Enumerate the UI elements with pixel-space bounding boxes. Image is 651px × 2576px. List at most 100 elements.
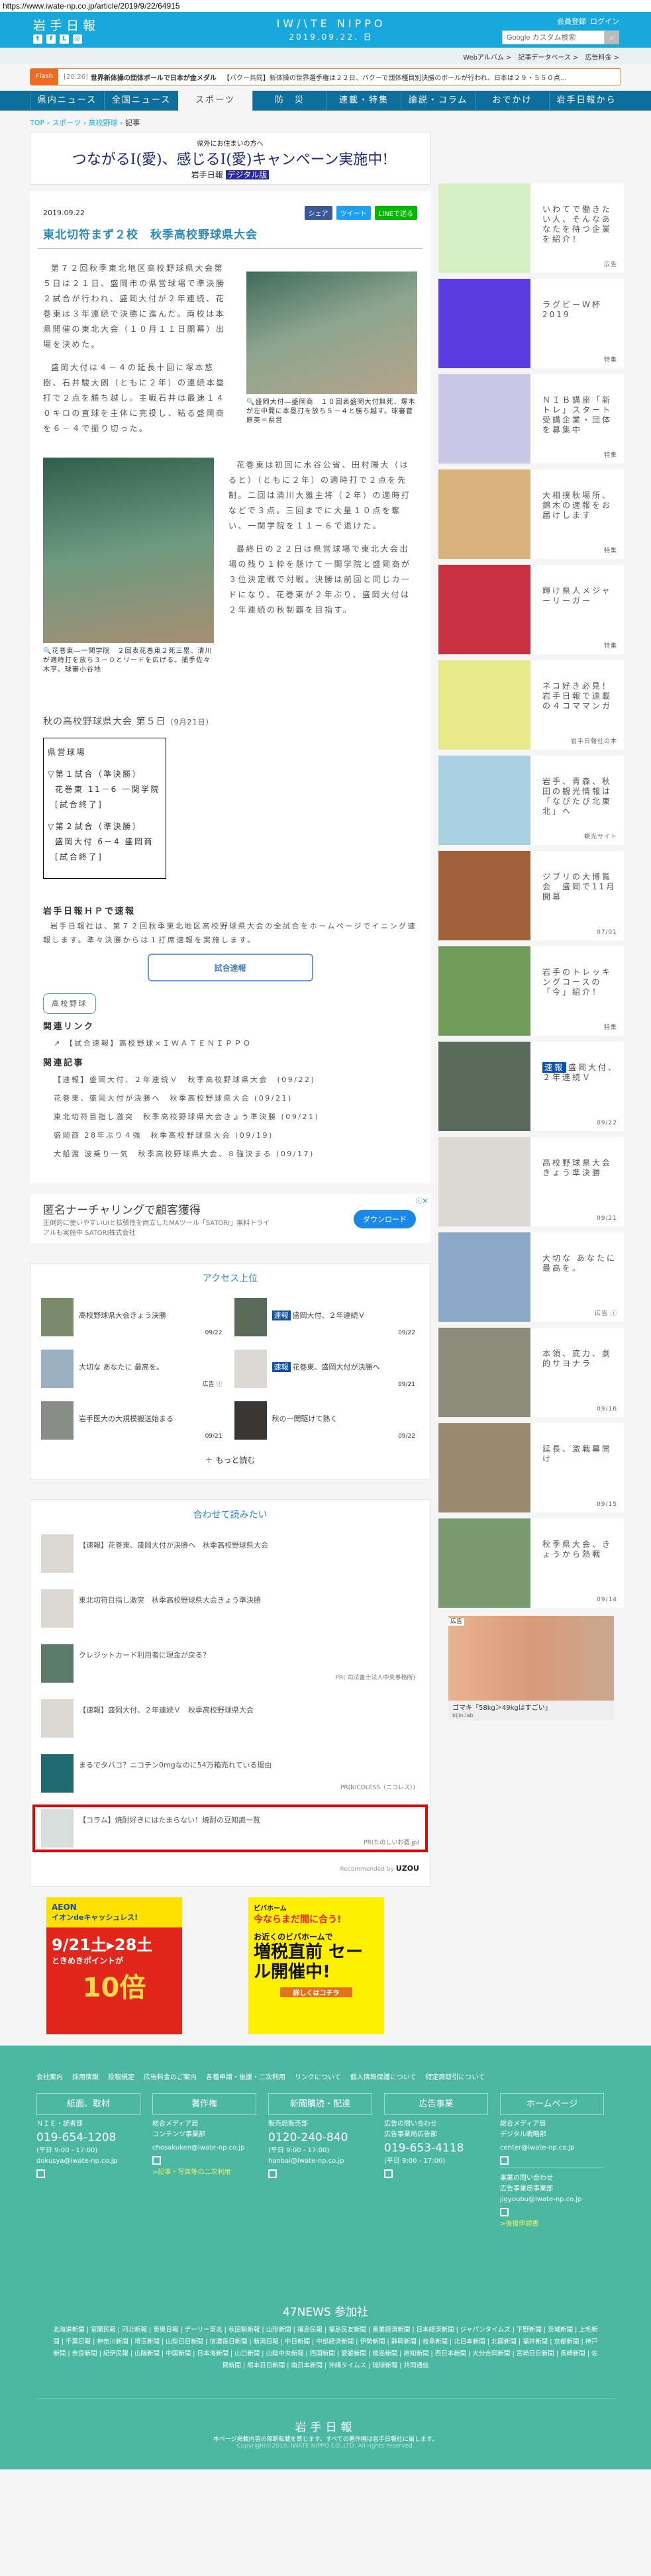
sidebar-item[interactable]: ジブリの大博覧会 盛岡で11月開幕 07/01	[438, 851, 624, 940]
line-icon[interactable]: L	[60, 34, 69, 44]
tweet-button[interactable]: ツイート	[336, 206, 371, 220]
line-share-button[interactable]: LINEで送る	[374, 206, 417, 220]
biz-email[interactable]: jigyoubu@iwate-np.co.jp	[500, 2195, 604, 2205]
facebook-share-button[interactable]: シェア	[304, 206, 332, 220]
column-heading[interactable]: 紙面、取材	[36, 2093, 140, 2115]
email[interactable]: chosakuken@iwate-np.co.jp	[152, 2143, 256, 2154]
ranking-item[interactable]: 速報 花巻東、盛岡大付が決勝へ 09/21	[234, 1350, 420, 1388]
column-link[interactable]: >記事・写真等の二次利用	[152, 2167, 256, 2178]
mail-icon[interactable]	[500, 2208, 509, 2216]
sidebar-item[interactable]: 大相撲秋場所、錦木の速報をお届けします 特集	[438, 470, 624, 559]
email[interactable]: dokusya@iwate-np.co.jp	[36, 2156, 140, 2167]
nav-tab[interactable]: スポーツ	[178, 91, 252, 111]
twitter-icon[interactable]: t	[33, 34, 42, 44]
crumb-top[interactable]: TOP	[30, 119, 44, 127]
site-logo[interactable]: 岩手日報	[33, 16, 99, 34]
footer-link[interactable]: リンクについて	[295, 2074, 341, 2081]
footer-link[interactable]: 各種申請・後援・二次利用	[206, 2074, 285, 2081]
web-album-link[interactable]: Webアルバム >	[463, 54, 511, 62]
sidebar-item[interactable]: 延長、激戦幕開け 09/15	[438, 1423, 624, 1512]
nav-tab[interactable]: 論説・コラム	[401, 91, 475, 111]
sidebar-ad[interactable]: 広告 ゴマキ「58kg＞49kgはすごい」 bijin.lab	[448, 1616, 614, 1720]
article-photo[interactable]	[43, 458, 214, 643]
column-heading[interactable]: ホームページ	[500, 2093, 604, 2115]
email[interactable]: hanbai@iwate-np.co.jp	[268, 2156, 372, 2167]
related-article[interactable]: 花巻東、盛岡大付が決勝へ 秋季高校野球県大会 (09/21)	[54, 1089, 417, 1108]
search-input[interactable]	[502, 30, 605, 44]
column-heading[interactable]: 広告事業	[384, 2093, 488, 2115]
nav-tab[interactable]: 県内ニュース	[30, 91, 104, 111]
address-bar[interactable]: https://www.iwate-np.co.jp/article/2019/…	[0, 0, 651, 12]
sidebar-item[interactable]: 岩手、青森、秋田の観光情報は「なびたび北東北」へ 観光サイト	[438, 756, 624, 845]
crumb-sports[interactable]: スポーツ	[52, 119, 81, 127]
recommend-item[interactable]: 【速報】花巻東、盛岡大付が決勝へ 秋季高校野球県大会	[41, 1534, 419, 1573]
sidebar-item[interactable]: 本領、底力、劇的サヨナラ 09/16	[438, 1328, 624, 1417]
nav-tab[interactable]: 防 災	[252, 91, 326, 111]
live-score-button[interactable]: 試合速報	[147, 954, 313, 981]
uzou-logo[interactable]: UZOU	[396, 1864, 419, 1873]
sidebar-item[interactable]: 大切な あなたに 最高を。 広告 ⓘ	[438, 1232, 624, 1322]
ranking-item[interactable]: 秋の一関駆けて熱く 09/22	[234, 1401, 420, 1440]
footer-link[interactable]: 会社案内	[36, 2074, 63, 2081]
nav-tab[interactable]: 全国ニュース	[104, 91, 178, 111]
footer-link[interactable]: 個人情報保護について	[350, 2074, 417, 2081]
related-article[interactable]: 東北切符目指し激突 秋季高校野球県大会きょう準決勝 (09/21)	[54, 1108, 417, 1126]
sponsor-link[interactable]: >後援申請書	[500, 2219, 604, 2230]
download-button[interactable]: ダウンロード	[354, 1210, 416, 1228]
instagram-icon[interactable]: ◎	[73, 34, 82, 44]
mail-icon[interactable]	[500, 2156, 509, 2165]
article-db-link[interactable]: 記事データベース >	[518, 54, 578, 62]
tag-baseball[interactable]: 高校野球	[43, 993, 96, 1014]
highlighted-recommend-item[interactable]: 【コラム】焼酎好きにはたまらない！焼酎の豆知識一覧 PR(たのしいお酒.jp)	[32, 1805, 428, 1852]
recommend-item[interactable]: まるでタバコ？ニコチン0mgなのに54万箱売れている理由 PR(NICOLESS（…	[41, 1754, 419, 1793]
nav-tab[interactable]: おでかけ	[475, 91, 549, 111]
read-more-button[interactable]: ＋ もっと読む	[41, 1454, 419, 1465]
mail-icon[interactable]	[36, 2169, 45, 2178]
sidebar-item[interactable]: 高校野球県大会きょう準決勝 09/21	[438, 1137, 624, 1226]
footer-link[interactable]: 投稿規定	[108, 2074, 134, 2081]
sidebar-item[interactable]: ラグビーW杯2019 特集	[438, 279, 624, 368]
related-article[interactable]: 【速報】盛岡大付、２年連続Ｖ 秋季高校野球県大会 (09/22)	[54, 1071, 417, 1089]
brand-logo[interactable]: IW/\TE NIPPO 2019.09.22. 日	[265, 17, 397, 42]
email[interactable]: center@iwate-np.co.jp	[500, 2143, 604, 2154]
facebook-icon[interactable]: f	[46, 34, 56, 44]
nav-tab[interactable]: 連載・特集	[326, 91, 401, 111]
recommend-item[interactable]: 東北切符目指し激突 秋季高校野球県大会きょう準決勝	[41, 1589, 419, 1628]
vivahome-ad[interactable]: ビバホーム 今ならまだ間に合う! お近くのビバホームで 増税直前 セール開催中! 詳しく…	[248, 1897, 384, 2034]
ranking-item[interactable]: 大切な あなたに 最高を。 広告 ⓘ	[41, 1350, 226, 1388]
sidebar-item[interactable]: 岩手のトレッキングコースの「今」紹介！ 特集	[438, 946, 624, 1036]
mail-icon[interactable]	[268, 2169, 277, 2178]
sidebar-item[interactable]: 輝け県人メジャーリーガー 特集	[438, 565, 624, 654]
ad-close-icon[interactable]: ⓘ✕	[416, 1195, 428, 1205]
footer-link[interactable]: 特定商取引について	[425, 2074, 485, 2081]
column-heading[interactable]: 著作権	[152, 2093, 256, 2115]
mail-icon[interactable]	[384, 2169, 393, 2178]
related-article[interactable]: 大船渡 波乗り一気 秋季高校野球県大会、８強決まる (09/17)	[54, 1145, 417, 1164]
nav-tab[interactable]: 岩手日報から	[549, 91, 623, 111]
ranking-item[interactable]: 速報 盛岡大付、２年連続Ｖ 09/22	[234, 1298, 420, 1336]
footer-link[interactable]: 広告料金のご案内	[144, 2074, 197, 2081]
related-link[interactable]: 【試合速報】高校野球×ＩＷＡＴＥＮＩＰＰＯ	[66, 1039, 252, 1048]
recommend-item[interactable]: 【速報】盛岡大付、２年連続Ｖ 秋季高校野球県大会	[41, 1699, 419, 1738]
register-link[interactable]: 会員登録	[557, 16, 586, 26]
campaign-banner[interactable]: 県外にお住まいの方へ つながるI(愛)、感じるI(愛)キャンペーン実施中! 岩手日報…	[30, 132, 430, 185]
sidebar-item[interactable]: ＮＩＢ講座「新トレ」スタート 受講企業・団体を募集中 特集	[438, 374, 624, 464]
column-heading[interactable]: 新聞購読・配達	[268, 2093, 372, 2115]
flash-news[interactable]: Flash [20:26] 世界新体操の団体ボールで日本が金メダル 【バクー共同】新体…	[30, 68, 621, 85]
sidebar-item[interactable]: 秋季県大会、きょうから熱戦 09/14	[438, 1518, 624, 1608]
search-button[interactable]: ⌕	[605, 30, 619, 44]
crumb-baseball[interactable]: 高校野球	[89, 119, 118, 127]
article-photo[interactable]	[246, 272, 417, 394]
mail-icon[interactable]	[152, 2156, 161, 2165]
related-article[interactable]: 盛岡商 28年ぶり４強 秋季高校野球県大会 (09/19)	[54, 1126, 417, 1145]
ranking-item[interactable]: 岩手医大の大規模搬送始まる 09/21	[41, 1401, 226, 1440]
sidebar-item[interactable]: 速報 盛岡大付、２年連続Ｖ 09/22	[438, 1042, 624, 1131]
ranking-item[interactable]: 高校野球県大会きょう決勝 09/22	[41, 1298, 226, 1336]
sidebar-item[interactable]: ネコ好き必見！岩手日報で連載の４コママンガ 岩手日報社の本	[438, 660, 624, 750]
login-link[interactable]: ログイン	[590, 16, 619, 26]
recommend-item[interactable]: クレジットカード利用者に現金が戻る？ PR( 司法書士法人中央事務所)	[41, 1644, 419, 1683]
text-ad[interactable]: 匿名ナーチャリングで顧客獲得 圧倒的に使いやすいUIと拡張性を両立したMAツール「…	[30, 1194, 430, 1243]
aeon-ad[interactable]: AEON イオンdeキャッシュレス! 9/21土▸28土 ときめきポイントが 10倍	[46, 1897, 182, 2034]
ad-rates-link[interactable]: 広告料金 >	[585, 54, 619, 62]
footer-link[interactable]: 採用情報	[72, 2074, 99, 2081]
